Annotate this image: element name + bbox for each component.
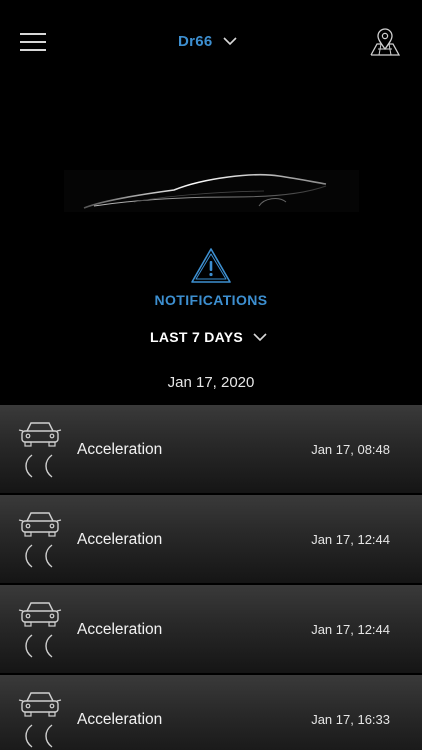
warning-triangle-icon [191,248,231,283]
list-item[interactable]: Acceleration Jan 17, 16:33 [0,675,422,750]
list-item[interactable]: Acceleration Jan 17, 12:44 [0,585,422,673]
list-item[interactable]: Acceleration Jan 17, 12:44 [0,495,422,583]
notification-title: Acceleration [77,531,163,548]
notifications-title: NOTIFICATIONS [154,292,268,308]
car-acceleration-icon [18,512,62,568]
map-pin-icon[interactable] [368,28,402,58]
car-acceleration-icon [18,422,62,478]
notification-title: Acceleration [77,711,163,728]
notification-title: Acceleration [77,441,163,458]
period-filter-dropdown[interactable]: LAST 7 DAYS [150,329,267,345]
vehicle-selector[interactable]: Dr66 [178,33,237,50]
chevron-down-icon [222,37,237,46]
app-header: Dr66 [0,0,422,90]
notifications-list: Acceleration Jan 17, 08:48 Acceleration … [0,405,422,750]
notification-time: Jan 17, 12:44 [311,622,390,637]
car-acceleration-icon [18,692,62,748]
car-acceleration-icon [18,602,62,658]
notification-time: Jan 17, 16:33 [311,712,390,727]
vehicle-name: Dr66 [178,33,213,50]
notification-time: Jan 17, 12:44 [311,532,390,547]
car-silhouette-image [64,170,359,212]
period-filter-label: LAST 7 DAYS [150,329,244,345]
notification-time: Jan 17, 08:48 [311,442,390,457]
date-group-heading: Jan 17, 2020 [167,374,255,391]
notification-title: Acceleration [77,621,163,638]
list-item[interactable]: Acceleration Jan 17, 08:48 [0,405,422,493]
chevron-down-icon [253,332,267,341]
hamburger-menu-icon[interactable] [20,33,46,53]
